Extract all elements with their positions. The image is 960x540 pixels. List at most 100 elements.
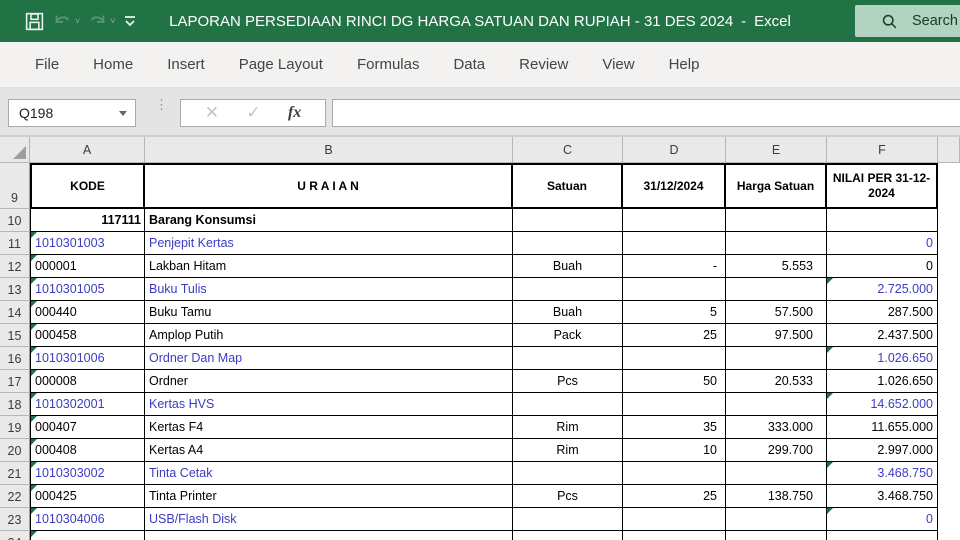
row-header[interactable]: 21 bbox=[0, 462, 30, 485]
cell-satuan[interactable] bbox=[513, 347, 623, 370]
cell-kode[interactable]: 000001 bbox=[30, 255, 145, 278]
row-header[interactable]: 19 bbox=[0, 416, 30, 439]
cell-kode[interactable]: 1010301003 bbox=[30, 232, 145, 255]
cell-satuan[interactable]: Buah bbox=[513, 301, 623, 324]
row-header[interactable]: 20 bbox=[0, 439, 30, 462]
cell-qty[interactable] bbox=[623, 209, 726, 232]
cell-uraian[interactable]: Kertas F4 bbox=[145, 416, 513, 439]
row-header[interactable]: 9 bbox=[0, 163, 30, 209]
column-header-d[interactable]: D bbox=[623, 137, 726, 163]
cell-uraian[interactable]: USB/Flash Disk bbox=[145, 508, 513, 531]
cell-uraian[interactable]: Penjepit Kertas bbox=[145, 232, 513, 255]
cell-harga[interactable]: 299.700 bbox=[726, 439, 827, 462]
cell-uraian[interactable]: Buku Tamu bbox=[145, 301, 513, 324]
cell-harga[interactable]: 333.000 bbox=[726, 416, 827, 439]
cell-kode[interactable]: 000458 bbox=[30, 324, 145, 347]
cell-qty[interactable] bbox=[623, 531, 726, 540]
tab-file[interactable]: File bbox=[22, 56, 76, 73]
cell-kode[interactable]: 000440 bbox=[30, 301, 145, 324]
tab-formulas[interactable]: Formulas bbox=[340, 56, 437, 73]
cell-satuan[interactable]: Buah bbox=[513, 255, 623, 278]
cell-harga[interactable] bbox=[726, 347, 827, 370]
row-header[interactable]: 13 bbox=[0, 278, 30, 301]
redo-button[interactable]: ˅ bbox=[86, 6, 116, 36]
cell-nilai[interactable]: 3.468.750 bbox=[827, 462, 938, 485]
cell-uraian[interactable]: Tinta Cetak bbox=[145, 462, 513, 485]
row-header[interactable]: 12 bbox=[0, 255, 30, 278]
cell-qty[interactable]: 10 bbox=[623, 439, 726, 462]
row-header[interactable]: 16 bbox=[0, 347, 30, 370]
cell-nilai[interactable] bbox=[827, 209, 938, 232]
cell-harga[interactable] bbox=[726, 209, 827, 232]
column-header-a[interactable]: A bbox=[30, 137, 145, 163]
cell-nilai[interactable]: 287.500 bbox=[827, 301, 938, 324]
cell-nilai[interactable]: 14.652.000 bbox=[827, 393, 938, 416]
cell-nilai[interactable]: 2.997.000 bbox=[827, 439, 938, 462]
tab-home[interactable]: Home bbox=[76, 56, 150, 73]
cell-kode[interactable]: 1010302001 bbox=[30, 393, 145, 416]
cell-kode[interactable]: 1010303002 bbox=[30, 462, 145, 485]
cell-harga[interactable] bbox=[726, 232, 827, 255]
cell-nilai[interactable] bbox=[827, 531, 938, 540]
cell-uraian[interactable]: Ordner Dan Map bbox=[145, 347, 513, 370]
column-header-e[interactable]: E bbox=[726, 137, 827, 163]
cell-harga[interactable]: 97.500 bbox=[726, 324, 827, 347]
cell-satuan[interactable]: Pcs bbox=[513, 485, 623, 508]
cell-satuan[interactable]: Rim bbox=[513, 416, 623, 439]
cell-kode[interactable]: 117111 bbox=[30, 209, 145, 232]
tab-insert[interactable]: Insert bbox=[150, 56, 222, 73]
row-header[interactable]: 24 bbox=[0, 531, 30, 540]
cell-nilai[interactable]: 0 bbox=[827, 232, 938, 255]
cell-satuan[interactable] bbox=[513, 462, 623, 485]
insert-function-icon[interactable]: fx bbox=[288, 104, 301, 122]
enter-icon[interactable]: ✓ bbox=[246, 103, 260, 123]
cell-satuan[interactable] bbox=[513, 531, 623, 540]
redo-dropdown-chevron-icon[interactable]: ˅ bbox=[110, 16, 115, 26]
cell-kode[interactable]: 1010304006 bbox=[30, 508, 145, 531]
row-header[interactable]: 22 bbox=[0, 485, 30, 508]
cell-harga[interactable]: 138.750 bbox=[726, 485, 827, 508]
header-cell-harga[interactable]: Harga Satuan bbox=[726, 163, 827, 209]
tab-review[interactable]: Review bbox=[502, 56, 585, 73]
cell-nilai[interactable]: 1.026.650 bbox=[827, 370, 938, 393]
save-button[interactable] bbox=[24, 6, 45, 36]
cell-nilai[interactable]: 0 bbox=[827, 508, 938, 531]
row-header[interactable]: 11 bbox=[0, 232, 30, 255]
cell-harga[interactable] bbox=[726, 278, 827, 301]
row-header[interactable]: 23 bbox=[0, 508, 30, 531]
formula-input[interactable] bbox=[332, 99, 960, 127]
cell-satuan[interactable] bbox=[513, 232, 623, 255]
cell-qty[interactable]: 25 bbox=[623, 485, 726, 508]
cell-satuan[interactable]: Rim bbox=[513, 439, 623, 462]
cell-qty[interactable]: 5 bbox=[623, 301, 726, 324]
cell-uraian[interactable]: Tinta Printer bbox=[145, 485, 513, 508]
cell-satuan[interactable]: Pack bbox=[513, 324, 623, 347]
cancel-icon[interactable]: ✕ bbox=[205, 103, 219, 123]
column-header-c[interactable]: C bbox=[513, 137, 623, 163]
row-header[interactable]: 17 bbox=[0, 370, 30, 393]
cell-nilai[interactable]: 2.437.500 bbox=[827, 324, 938, 347]
cell-uraian[interactable]: Barang Konsumsi bbox=[145, 209, 513, 232]
cell-uraian[interactable]: Amplop Putih bbox=[145, 324, 513, 347]
header-cell-kode[interactable]: KODE bbox=[30, 163, 145, 209]
cell-qty[interactable] bbox=[623, 508, 726, 531]
name-box[interactable]: Q198 bbox=[8, 99, 136, 127]
cell-qty[interactable] bbox=[623, 347, 726, 370]
cell-nilai[interactable]: 2.725.000 bbox=[827, 278, 938, 301]
row-header[interactable]: 10 bbox=[0, 209, 30, 232]
cell-uraian[interactable]: Ordner bbox=[145, 370, 513, 393]
column-header-b[interactable]: B bbox=[145, 137, 513, 163]
cell-satuan[interactable] bbox=[513, 209, 623, 232]
header-cell-satuan[interactable]: Satuan bbox=[513, 163, 623, 209]
cell-kode[interactable]: 000008 bbox=[30, 370, 145, 393]
header-cell-uraian[interactable]: U R A I A N bbox=[145, 163, 513, 209]
cell-harga[interactable] bbox=[726, 508, 827, 531]
row-header[interactable]: 15 bbox=[0, 324, 30, 347]
cell-nilai[interactable]: 1.026.650 bbox=[827, 347, 938, 370]
cell-harga[interactable] bbox=[726, 462, 827, 485]
header-cell-nilai[interactable]: NILAI PER 31-12-2024 bbox=[827, 163, 938, 209]
row-header[interactable]: 18 bbox=[0, 393, 30, 416]
undo-button[interactable]: ˅ bbox=[51, 6, 80, 36]
cell-uraian[interactable]: Buku Tulis bbox=[145, 278, 513, 301]
cell-qty[interactable]: 50 bbox=[623, 370, 726, 393]
